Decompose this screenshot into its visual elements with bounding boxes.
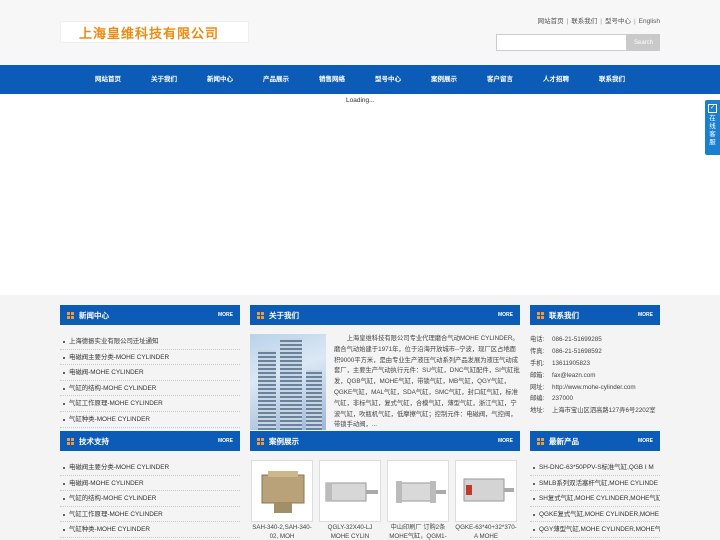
news-more-link[interactable]: MORE — [218, 312, 233, 318]
news-list: 上海德振实业有限公司迁址通知 电磁阀主要分类-MOHE CYLINDER 电磁阀… — [60, 334, 240, 428]
list-item[interactable]: 气缸种类-MOHE CYLINDER — [60, 522, 240, 538]
support-list: 电磁阀主要分类-MOHE CYLINDER 电磁阀-MOHE CYLINDER … — [60, 460, 240, 538]
about-header: 关于我们 MORE — [250, 305, 520, 325]
site-logo[interactable]: 上海皇维科技有限公司 — [60, 21, 249, 43]
list-item[interactable]: SH-DNC-63*50PPV-S标准气缸,QGB I M — [530, 460, 660, 476]
grid-icon — [67, 312, 74, 319]
list-item[interactable]: 气缸的结构-MOHE CYLINDER — [60, 381, 240, 397]
case-image — [455, 460, 517, 522]
list-item[interactable]: 气缸工作原理-MOHE CYLINDER — [60, 396, 240, 412]
cases-title: 案例展示 — [269, 437, 299, 446]
online-service-float[interactable]: ✓ 在线客服 — [705, 100, 720, 155]
list-item[interactable]: 电磁阀-MOHE CYLINDER — [60, 476, 240, 492]
toplink-english[interactable]: English — [639, 18, 660, 25]
cases-gallery: SAH-340-2,SAH-340-02, MOH QGLY-32X40-LJ … — [250, 460, 520, 540]
contact-info: 电话: 086-21-51699285 传真: 086-21-51698592 手机… — [530, 334, 660, 417]
contact-phone: 086-21-51699285 — [552, 336, 602, 343]
search-input[interactable] — [496, 34, 627, 51]
nav-sales[interactable]: 销售网络 — [304, 65, 360, 94]
list-item[interactable]: QGY薄型气缸,MOHE CYLINDER,MOHE气 — [530, 522, 660, 538]
contact-postcode: 237000 — [552, 395, 574, 403]
search-button[interactable]: Search — [627, 34, 660, 51]
products-list: SH-DNC-63*50PPV-S标准气缸,QGB I M SMLB系列双活塞杆… — [530, 460, 660, 538]
case-item[interactable]: QGLY-32X40-LJ MOHE CYLIN — [319, 460, 381, 540]
case-item[interactable]: SAH-340-2,SAH-340-02, MOH — [251, 460, 313, 540]
case-image — [319, 460, 381, 522]
case-image — [251, 460, 313, 522]
grid-icon — [257, 312, 264, 319]
support-title: 技术支持 — [79, 437, 109, 446]
grid-icon — [537, 312, 544, 319]
about-text: 上海皇维科技有限公司专业代理磨合气动MOHE CYLINDER。磨合气动始建于1… — [334, 335, 520, 429]
cases-header: 案例展示 MORE — [250, 431, 520, 451]
list-item[interactable]: 电磁阀主要分类-MOHE CYLINDER — [60, 350, 240, 366]
nav-jobs[interactable]: 人才招聘 — [528, 65, 584, 94]
support-more-link[interactable]: MORE — [218, 438, 233, 444]
search-box: Search — [496, 34, 660, 51]
products-title: 最新产品 — [549, 437, 579, 446]
list-item[interactable]: 气缸工作原理-MOHE CYLINDER — [60, 507, 240, 523]
case-item[interactable]: 中山印刷厂 订购2条MOHE气缸，QGM1-80X — [387, 460, 449, 540]
toplink-home[interactable]: 网站首页 — [538, 18, 564, 25]
cases-more-link[interactable]: MORE — [498, 438, 513, 444]
nav-news[interactable]: 新闻中心 — [192, 65, 248, 94]
toplink-contact[interactable]: 联系我们 — [571, 18, 597, 25]
contact-mobile: 13611905823 — [552, 359, 591, 367]
case-caption: QGKE-63*40+32*370-A MOHE — [455, 524, 517, 540]
logo-text: 上海皇维科技有限公司 — [79, 26, 220, 42]
toplink-models[interactable]: 型号中心 — [605, 18, 631, 25]
contact-title: 联系我们 — [549, 311, 579, 320]
grid-icon — [257, 438, 264, 445]
nav-home[interactable]: 网站首页 — [80, 65, 136, 94]
online-service-label: 在线客服 — [709, 115, 716, 146]
list-item[interactable]: 气缸的结构-MOHE CYLINDER — [60, 491, 240, 507]
grid-icon — [537, 438, 544, 445]
about-more-link[interactable]: MORE — [498, 312, 513, 318]
case-caption: 中山印刷厂 订购2条MOHE气缸，QGM1-80X — [389, 524, 447, 540]
contact-fax: 086-21-51698592 — [552, 347, 602, 355]
list-item[interactable]: QGKE复式气缸,MOHE CYLINDER,MOHE — [530, 507, 660, 523]
news-title: 新闻中心 — [79, 311, 109, 320]
chat-icon: ✓ — [708, 104, 717, 113]
grid-icon — [67, 438, 74, 445]
list-item[interactable]: 电磁阀-MOHE CYLINDER — [60, 365, 240, 381]
nav-cases[interactable]: 案例展示 — [416, 65, 472, 94]
list-item[interactable]: SH复式气缸,MOHE CYLINDER,MOHE气缸 — [530, 491, 660, 507]
header: 上海皇维科技有限公司 网站首页 | 联系我们 | 型号中心 | English Search — [0, 0, 720, 65]
contact-more-link[interactable]: MORE — [638, 312, 653, 318]
about-title: 关于我们 — [269, 311, 299, 320]
contact-address: 上海市宝山区泗高路127弄6号2202室 — [552, 407, 656, 415]
list-item[interactable]: 上海德振实业有限公司迁址通知 — [60, 334, 240, 350]
case-image — [387, 460, 449, 522]
about-building-image — [250, 334, 326, 430]
case-item[interactable]: QGKE-63*40+32*370-A MOHE — [455, 460, 517, 540]
case-caption: QGLY-32X40-LJ MOHE CYLIN — [327, 524, 373, 540]
news-header: 新闻中心 MORE — [60, 305, 240, 325]
banner: Loading... — [0, 94, 720, 295]
list-item[interactable]: SMLB系列双活塞杆气缸,MOHE CYLINDE — [530, 476, 660, 492]
list-item[interactable]: 电磁阀主要分类-MOHE CYLINDER — [60, 460, 240, 476]
main-nav: 网站首页 关于我们 新闻中心 产品展示 销售网络 型号中心 案例展示 客户留言 … — [0, 65, 720, 94]
list-item[interactable]: 气缸种类-MOHE CYLINDER — [60, 412, 240, 428]
products-more-link[interactable]: MORE — [638, 438, 653, 444]
case-caption: SAH-340-2,SAH-340-02, MOH — [252, 524, 312, 540]
top-links: 网站首页 | 联系我们 | 型号中心 | English — [537, 18, 660, 25]
nav-guestbook[interactable]: 客户留言 — [472, 65, 528, 94]
nav-about[interactable]: 关于我们 — [136, 65, 192, 94]
contact-header: 联系我们 MORE — [530, 305, 660, 325]
contact-website[interactable]: http://www.mohe-cylinder.com — [552, 382, 636, 394]
loading-text: Loading... — [346, 97, 375, 104]
products-header: 最新产品 MORE — [530, 431, 660, 451]
nav-models[interactable]: 型号中心 — [360, 65, 416, 94]
support-header: 技术支持 MORE — [60, 431, 240, 451]
nav-contact[interactable]: 联系我们 — [584, 65, 640, 94]
nav-products[interactable]: 产品展示 — [248, 65, 304, 94]
contact-email[interactable]: fax@leazn.com — [552, 370, 596, 382]
